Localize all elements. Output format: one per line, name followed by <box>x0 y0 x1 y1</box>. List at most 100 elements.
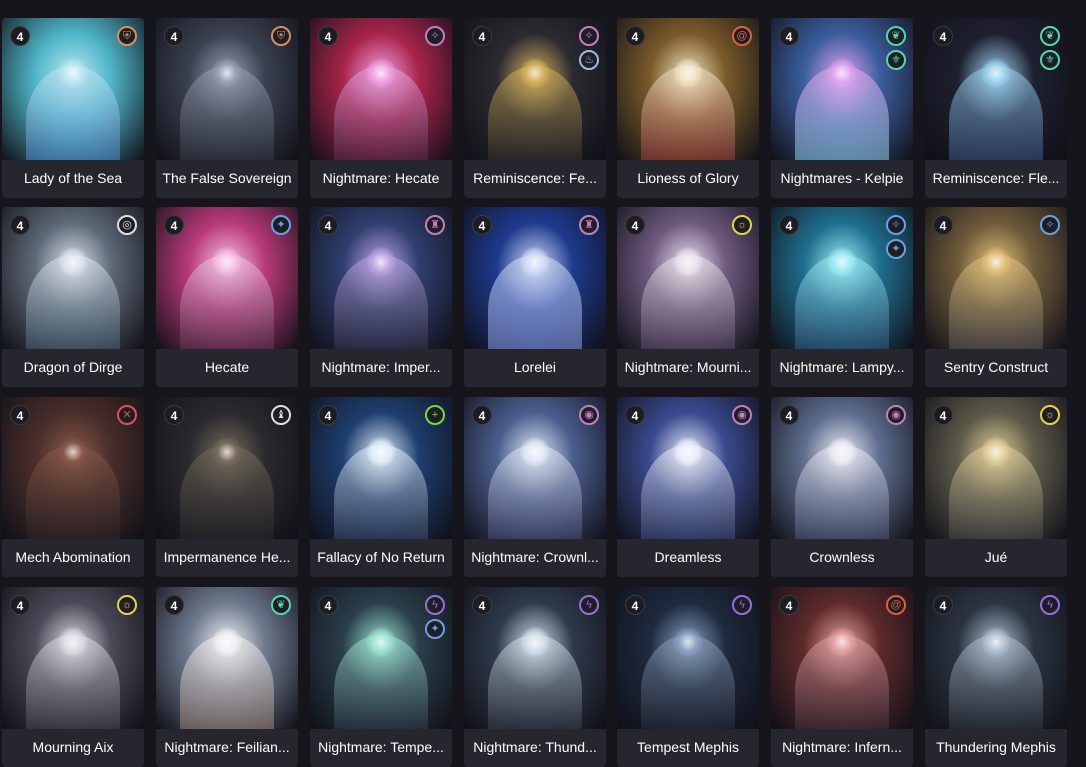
echo-name: Impermanence He... <box>163 549 291 565</box>
bolt-icon: ϟ <box>732 595 752 615</box>
echo-card[interactable]: 4 ◉ Nightmare: Crownl... <box>464 397 606 577</box>
portrait-glow <box>212 247 242 277</box>
portrait-glow <box>981 247 1011 277</box>
echo-name: Crownless <box>809 549 875 565</box>
echo-name: Nightmare: Hecate <box>322 170 440 186</box>
fleur-icon: ⚜ <box>886 50 906 70</box>
portrait-glow <box>981 437 1011 467</box>
echo-name: Fallacy of No Return <box>317 549 445 565</box>
plus-icon: + <box>425 405 445 425</box>
portrait-glow <box>673 627 703 657</box>
echo-card[interactable]: 4 ϟ Thundering Mephis <box>925 587 1067 767</box>
echo-name: Dragon of Dirge <box>23 359 123 375</box>
portrait-glow <box>366 247 396 277</box>
flame-icon: ♨ <box>579 50 599 70</box>
leaf-icon: ❦ <box>271 595 291 615</box>
sparkle-icon: ✦ <box>425 619 445 639</box>
cost-badge: 4 <box>625 26 645 46</box>
echo-card[interactable]: 4 ✧ ♨ Reminiscence: Fe... <box>464 18 606 198</box>
cost-badge: 4 <box>472 405 492 425</box>
portrait-glow <box>520 58 550 88</box>
echo-name: The False Sovereign <box>162 170 292 186</box>
portrait-glow <box>212 437 242 467</box>
portrait-glow <box>981 627 1011 657</box>
cost-badge: 4 <box>625 405 645 425</box>
tower-icon: ♜ <box>425 215 445 235</box>
compass-icon: ✧ <box>1040 215 1060 235</box>
echo-card[interactable]: 4 ϟ ✦ Nightmare: Tempe... <box>310 587 452 767</box>
echo-name: Lady of the Sea <box>23 170 123 186</box>
echo-card[interactable]: 4 @ Lioness of Glory <box>617 18 759 198</box>
echo-card[interactable]: 4 ⛨ The False Sovereign <box>156 18 298 198</box>
sun-icon: ☼ <box>732 215 752 235</box>
portrait-glow <box>673 247 703 277</box>
portrait-glow <box>520 247 550 277</box>
echo-card[interactable]: 4 ☼ Jué <box>925 397 1067 577</box>
wings-icon: ✧ <box>425 26 445 46</box>
cost-badge: 4 <box>10 595 30 615</box>
spiral-icon: @ <box>732 26 752 46</box>
echo-card[interactable]: 4 ❦ ⚜ Nightmares - Kelpie <box>771 18 913 198</box>
echo-name: Nightmare: Thund... <box>473 739 597 755</box>
portrait-glow <box>827 627 857 657</box>
echo-name: Nightmare: Infern... <box>782 739 902 755</box>
cost-badge: 4 <box>164 215 184 235</box>
echo-card[interactable]: 4 ✧ Sentry Construct <box>925 207 1067 387</box>
echo-name: Nightmare: Feilian... <box>164 739 290 755</box>
cost-badge: 4 <box>933 215 953 235</box>
echo-name: Lioness of Glory <box>637 170 739 186</box>
echo-card[interactable]: 4 ⛨ Lady of the Sea <box>2 18 144 198</box>
echo-name: Thundering Mephis <box>936 739 1056 755</box>
cost-badge: 4 <box>472 595 492 615</box>
echo-name: Sentry Construct <box>943 359 1049 375</box>
echo-card[interactable]: 4 ✦ Hecate <box>156 207 298 387</box>
echo-name: Nightmare: Imper... <box>321 359 441 375</box>
portrait-glow <box>212 58 242 88</box>
cost-badge: 4 <box>318 215 338 235</box>
echo-card[interactable]: 4 ϟ Tempest Mephis <box>617 587 759 767</box>
echo-name: Nightmare: Crownl... <box>471 549 599 565</box>
bolt-icon: ϟ <box>425 595 445 615</box>
echo-card[interactable]: 4 ◉ Dreamless <box>617 397 759 577</box>
echo-card[interactable]: 4 ✧ Nightmare: Hecate <box>310 18 452 198</box>
shield-icon: ⛨ <box>117 26 137 46</box>
echo-card[interactable]: 4 ❦ ⚜ Reminiscence: Fle... <box>925 18 1067 198</box>
echo-card[interactable]: 4 ✕ Mech Abomination <box>2 397 144 577</box>
cost-badge: 4 <box>10 405 30 425</box>
cost-badge: 4 <box>164 405 184 425</box>
cost-badge: 4 <box>933 26 953 46</box>
target-icon: ◎ <box>117 215 137 235</box>
echo-card[interactable]: 4 ☼ Nightmare: Mourni... <box>617 207 759 387</box>
echo-card[interactable]: 4 ✧ ✦ Nightmare: Lampy... <box>771 207 913 387</box>
wings-icon: ✧ <box>579 26 599 46</box>
echo-name: Tempest Mephis <box>637 739 739 755</box>
echo-card[interactable]: 4 ♜ Nightmare: Imper... <box>310 207 452 387</box>
portrait-glow <box>58 627 88 657</box>
leaf-icon: ❦ <box>1040 26 1060 46</box>
echo-card[interactable]: 4 ❦ Nightmare: Feilian... <box>156 587 298 767</box>
leaf-icon: ❦ <box>886 26 906 46</box>
cost-badge: 4 <box>472 26 492 46</box>
echo-name: Nightmare: Tempe... <box>318 739 444 755</box>
portrait-glow <box>827 58 857 88</box>
echo-card[interactable]: 4 ♝ Impermanence He... <box>156 397 298 577</box>
fire-swirl-icon: @ <box>886 595 906 615</box>
sparkle-icon: ✦ <box>886 239 906 259</box>
swirl-icon: ◉ <box>579 405 599 425</box>
echo-name: Mourning Aix <box>32 739 114 755</box>
swirl-icon: ◉ <box>886 405 906 425</box>
echo-card[interactable]: 4 + Fallacy of No Return <box>310 397 452 577</box>
echo-card[interactable]: 4 ϟ Nightmare: Thund... <box>464 587 606 767</box>
echo-name: Dreamless <box>654 549 722 565</box>
echo-grid: 4 ⛨ Lady of the Sea 4 ⛨ The False Sovereign 4 ✧… <box>0 0 1086 767</box>
echo-card[interactable]: 4 ◎ Dragon of Dirge <box>2 207 144 387</box>
bolt-icon: ϟ <box>579 595 599 615</box>
echo-card[interactable]: 4 ◉ Crownless <box>771 397 913 577</box>
portrait-glow <box>827 247 857 277</box>
echo-card[interactable]: 4 @ Nightmare: Infern... <box>771 587 913 767</box>
echo-card[interactable]: 4 ☼ Mourning Aix <box>2 587 144 767</box>
echo-card[interactable]: 4 ♜ Lorelei <box>464 207 606 387</box>
swirl-icon: ◉ <box>732 405 752 425</box>
portrait-glow <box>366 437 396 467</box>
portrait-glow <box>673 437 703 467</box>
